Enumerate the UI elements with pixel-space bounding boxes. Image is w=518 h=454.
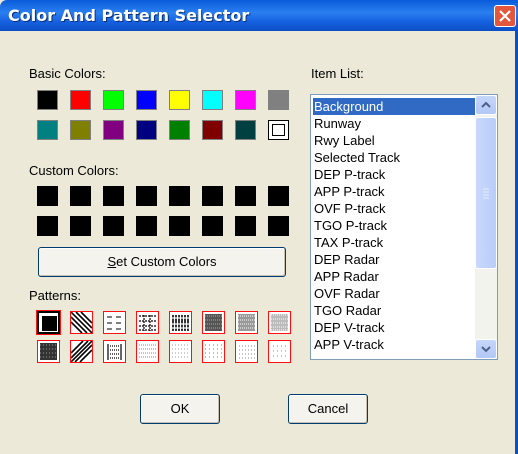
pattern-swatch[interactable]: [136, 311, 159, 334]
set-custom-colors-button[interactable]: Set Custom Colors: [38, 247, 286, 277]
basic-color-swatch[interactable]: [37, 90, 58, 110]
set-custom-colors-accelerator: S: [107, 254, 117, 269]
scroll-up-button[interactable]: [475, 95, 497, 115]
pattern-swatch[interactable]: [202, 340, 225, 363]
list-item[interactable]: OVF Radar: [313, 285, 380, 302]
basic-color-swatch[interactable]: [268, 120, 289, 140]
item-listbox[interactable]: Background Runway Rwy Label Selected Track D…: [310, 94, 498, 360]
pattern-swatch[interactable]: [70, 311, 93, 334]
custom-color-swatch[interactable]: [70, 186, 91, 206]
list-item[interactable]: APP Radar: [313, 268, 379, 285]
basic-color-swatch[interactable]: [103, 90, 124, 110]
custom-color-swatch[interactable]: [268, 186, 289, 206]
pattern-swatch[interactable]: [169, 340, 192, 363]
list-item[interactable]: Rwy Label: [313, 132, 375, 149]
pattern-swatch[interactable]: [103, 311, 126, 334]
custom-color-swatch[interactable]: [70, 216, 91, 236]
basic-color-swatch[interactable]: [70, 120, 91, 140]
list-item[interactable]: Selected Track: [313, 149, 400, 166]
item-list-scrollbar[interactable]: [475, 95, 497, 359]
pattern-swatch[interactable]: [235, 340, 258, 363]
custom-color-swatch[interactable]: [268, 216, 289, 236]
custom-color-swatch[interactable]: [136, 186, 157, 206]
pattern-swatch[interactable]: [268, 311, 291, 334]
title-bar[interactable]: Color And Pattern Selector: [0, 0, 518, 31]
custom-color-swatch[interactable]: [235, 216, 256, 236]
basic-color-swatch[interactable]: [202, 90, 223, 110]
basic-color-swatch[interactable]: [235, 90, 256, 110]
pattern-swatch[interactable]: [202, 311, 225, 334]
custom-color-swatch[interactable]: [37, 186, 58, 206]
list-item[interactable]: Background: [313, 98, 478, 115]
scroll-thumb[interactable]: [475, 117, 497, 269]
list-item[interactable]: APP V-track: [313, 336, 384, 353]
cancel-button[interactable]: Cancel: [288, 394, 368, 424]
ok-label: OK: [170, 401, 190, 416]
ok-button[interactable]: OK: [140, 394, 220, 424]
item-list-label: Item List:: [311, 66, 364, 81]
custom-color-swatch[interactable]: [37, 216, 58, 236]
basic-color-swatch[interactable]: [70, 90, 91, 110]
list-item[interactable]: TAX P-track: [313, 234, 383, 251]
pattern-swatch[interactable]: [169, 311, 192, 334]
basic-color-swatch[interactable]: [235, 120, 256, 140]
list-item[interactable]: APP P-track: [313, 183, 385, 200]
dialog-window: Color And Pattern Selector Basic Colors:…: [0, 0, 518, 454]
pattern-swatch[interactable]: [36, 310, 61, 335]
custom-color-swatch[interactable]: [103, 216, 124, 236]
grip-icon: [483, 188, 489, 199]
basic-color-swatch[interactable]: [103, 120, 124, 140]
set-custom-colors-label: et Custom Colors: [116, 254, 217, 269]
list-item[interactable]: Runway: [313, 115, 361, 132]
custom-color-swatch[interactable]: [103, 186, 124, 206]
list-item[interactable]: DEP P-track: [313, 166, 385, 183]
chevron-up-icon: [481, 101, 491, 108]
custom-color-swatch[interactable]: [202, 186, 223, 206]
pattern-swatch[interactable]: [37, 340, 60, 363]
list-item[interactable]: TGO Radar: [313, 302, 381, 319]
close-icon: [499, 10, 511, 22]
custom-color-swatch[interactable]: [235, 186, 256, 206]
list-item[interactable]: DEP V-track: [313, 319, 385, 336]
pattern-swatch[interactable]: [136, 340, 159, 363]
custom-colors-label: Custom Colors:: [29, 163, 119, 178]
custom-color-swatch[interactable]: [169, 216, 190, 236]
pattern-swatch[interactable]: [103, 340, 126, 363]
basic-colors-label: Basic Colors:: [29, 66, 106, 81]
close-button[interactable]: [494, 5, 516, 27]
basic-color-swatch[interactable]: [136, 90, 157, 110]
cancel-label: Cancel: [307, 401, 349, 416]
basic-color-swatch[interactable]: [202, 120, 223, 140]
basic-color-swatch[interactable]: [136, 120, 157, 140]
pattern-swatch[interactable]: [70, 340, 93, 363]
custom-color-swatch[interactable]: [169, 186, 190, 206]
list-item[interactable]: DEP Radar: [313, 251, 380, 268]
list-item[interactable]: OVF P-track: [313, 200, 386, 217]
basic-color-swatch[interactable]: [169, 90, 190, 110]
basic-color-swatch[interactable]: [268, 90, 289, 110]
custom-color-swatch[interactable]: [136, 216, 157, 236]
basic-color-swatch[interactable]: [169, 120, 190, 140]
pattern-swatch[interactable]: [235, 311, 258, 334]
scroll-down-button[interactable]: [475, 339, 497, 359]
window-title: Color And Pattern Selector: [8, 6, 250, 25]
pattern-swatch[interactable]: [268, 340, 291, 363]
list-item[interactable]: TGO P-track: [313, 217, 387, 234]
custom-color-swatch[interactable]: [202, 216, 223, 236]
basic-color-swatch[interactable]: [37, 120, 58, 140]
patterns-label: Patterns:: [29, 288, 82, 303]
chevron-down-icon: [481, 346, 491, 353]
